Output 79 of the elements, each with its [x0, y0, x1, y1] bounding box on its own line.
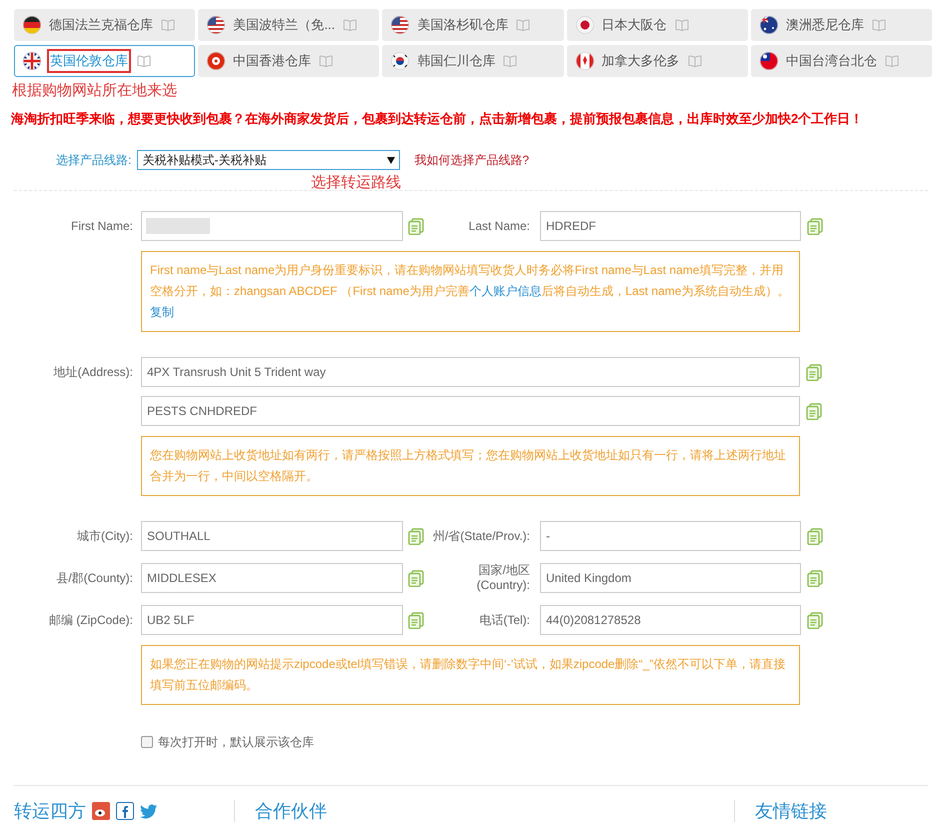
warehouse-tab[interactable]: 日本大阪仓 [566, 9, 748, 41]
warehouse-tab[interactable]: 加拿大多伦多 [566, 45, 748, 77]
copy-icon[interactable] [807, 612, 823, 628]
field-label: 县/郡(County): [56, 570, 133, 586]
book-icon [674, 19, 689, 31]
book-icon [137, 55, 151, 67]
input-field[interactable]: PESTS CNHDREDF [141, 396, 800, 426]
input-field[interactable]: 44(0)2081278528 [540, 605, 801, 635]
copy-icon[interactable] [807, 570, 823, 586]
book-icon [688, 55, 702, 67]
input-field[interactable]: United Kingdom [540, 563, 801, 593]
notice-link[interactable]: 个人账户信息 [469, 284, 542, 298]
promo-text: 海淘折扣旺季来临，想要更快收到包裹？在海外商家发货后，包裹到达转运仓前，点击新增包裹，提前预报包裹信息，出库时效至少加快2个工作日！ [11, 110, 864, 128]
annotation-text: 根据购物网站所在地来选 [12, 81, 177, 101]
input-field[interactable]: SOUTHALL [141, 521, 403, 551]
route-label: 选择产品线路: [56, 152, 132, 169]
warehouse-tab[interactable]: 韩国仁川仓库 [382, 45, 564, 77]
field-label: 国家/地区 (Country): [476, 563, 530, 593]
warehouse-tab[interactable]: 澳洲悉尼仓库 [750, 9, 932, 41]
field-label: 城市(City): [77, 528, 133, 544]
notice-link[interactable]: 复制 [150, 305, 174, 319]
flag-icon [23, 16, 41, 34]
annotation-text: 选择转运路线 [311, 174, 401, 192]
input-field[interactable]: - [540, 521, 801, 551]
warehouse-tab[interactable]: 美国波特兰（免... [198, 9, 380, 41]
book-icon [161, 19, 175, 31]
footer-heading: 友情链接 [755, 800, 827, 822]
copy-icon[interactable] [807, 528, 823, 544]
flag-icon [576, 16, 594, 34]
flag-icon [576, 52, 594, 70]
copy-icon[interactable] [806, 364, 822, 380]
book-icon [343, 19, 358, 31]
input-field[interactable] [141, 211, 403, 241]
flag-icon [391, 16, 410, 34]
copy-icon[interactable] [408, 612, 424, 628]
book-icon [884, 55, 899, 67]
bird-icon[interactable] [140, 804, 158, 818]
input-field[interactable]: 4PX Transrush Unit 5 Trident way [141, 357, 800, 387]
caret-icon [387, 156, 396, 164]
field-label: 邮编 (ZipCode): [48, 612, 133, 628]
warehouse-tab[interactable]: 英国伦敦仓库 [14, 45, 196, 77]
book-icon [503, 55, 518, 67]
book-icon [516, 19, 530, 31]
book-icon [872, 19, 886, 31]
flag-icon [207, 52, 226, 70]
field-label: 电话(Tel): [479, 612, 530, 628]
field-label: 地址(Address): [54, 364, 133, 380]
copy-icon[interactable] [408, 570, 424, 586]
field-label: Last Name: [468, 218, 530, 234]
input-field[interactable]: UB2 5LF [141, 605, 403, 635]
footer-heading: 转运四方 [14, 800, 86, 822]
input-field[interactable]: MIDDLESEX [141, 563, 403, 593]
notice-text: 如果您正在购物的网站提示zipcode或tel填写错误，请删除数字中间‘-’试试，如果zipcode删除“_”依然不可以下单，请直接填写前五位邮编码。 [141, 645, 800, 705]
flag-icon [760, 16, 778, 34]
flag-icon [391, 52, 410, 70]
help-link[interactable]: 我如何选择产品线路? [414, 151, 530, 169]
copy-icon[interactable] [408, 528, 424, 544]
checkbox[interactable] [141, 736, 153, 748]
field-label: 州/省(State/Prov.): [432, 528, 530, 544]
flag-icon [760, 52, 778, 70]
book-icon [319, 55, 334, 67]
copy-icon[interactable] [807, 218, 823, 234]
notice-text: First name与Last name为用户身份重要标识，请在购物网站填写收货人时务必将First name与Last name填写完整，并用空格分开，如：zhangsan ABCDEF （First name为用户完善个人账户信息后将自动生成，Last name为系统自动生成）。 复制 [141, 251, 800, 332]
flag-icon [23, 52, 41, 70]
warehouse-tab[interactable]: 美国洛杉矶仓库 [382, 9, 564, 41]
warehouse-tab[interactable]: 中国香港仓库 [198, 45, 380, 77]
route-select[interactable]: 关税补贴模式-关税补贴 [137, 150, 400, 170]
notice-text: 您在购物网站上收货地址如有两行，请严格按照上方格式填写；您在购物网站上收货地址如只有一行，请将上述两行地址合并为一行，中间以空格隔开。 [141, 436, 800, 496]
flag-icon [207, 16, 226, 34]
warehouse-tab[interactable]: 中国台湾台北仓 [750, 45, 932, 77]
copy-icon[interactable] [408, 218, 424, 234]
facebook-icon[interactable] [116, 802, 134, 820]
checkbox-label: 每次打开时，默认展示该仓库 [158, 734, 314, 751]
footer-heading: 合作伙伴 [255, 800, 327, 822]
warehouse-tab[interactable]: 德国法兰克福仓库 [14, 9, 196, 41]
input-field[interactable]: HDREDF [540, 211, 801, 241]
redaction-block [146, 218, 210, 234]
copy-icon[interactable] [806, 402, 822, 420]
field-label: First Name: [70, 218, 133, 234]
